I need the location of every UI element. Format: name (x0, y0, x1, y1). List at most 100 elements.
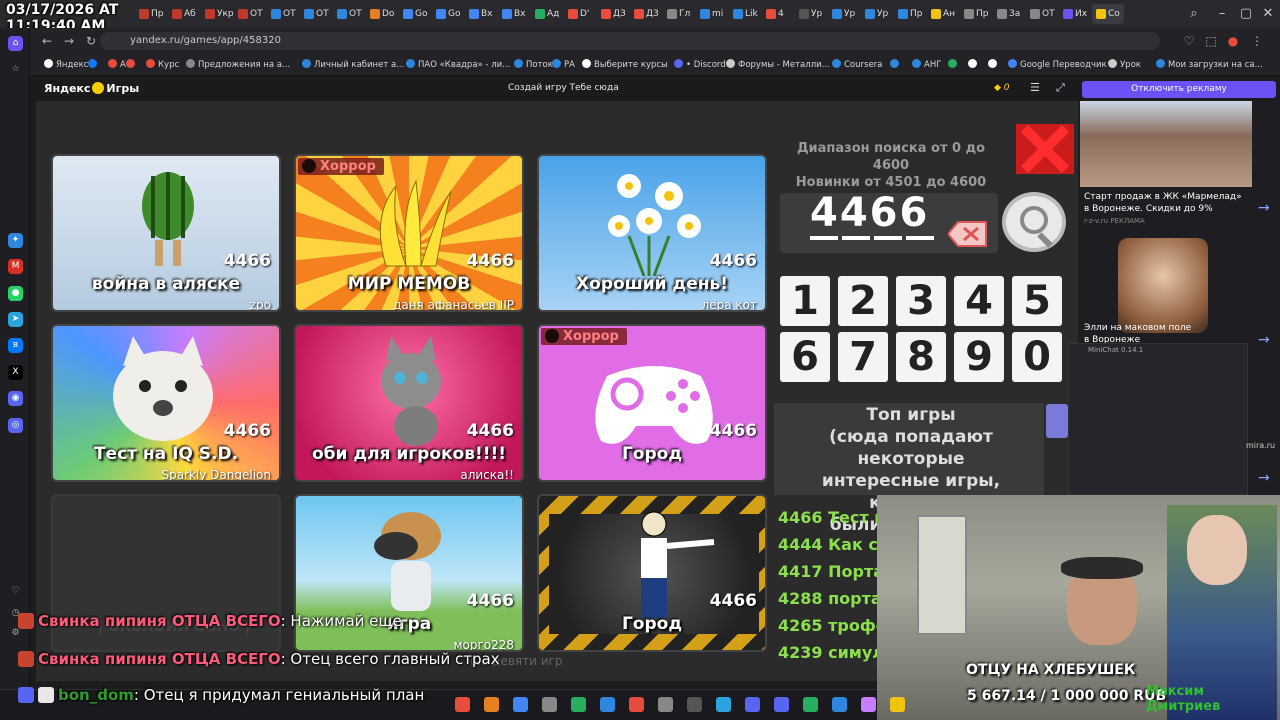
close-window-icon[interactable]: ✕ (1258, 4, 1278, 24)
bookmark-item[interactable]: Поток (514, 57, 553, 73)
create-game-link[interactable]: Создай игру Тебе сюда (508, 83, 619, 93)
digit-key-2[interactable]: 2 (838, 276, 888, 326)
profile-icon[interactable]: ● (1224, 32, 1242, 50)
bookmark-item[interactable]: Выберите курсы (582, 57, 668, 73)
browser-tab[interactable]: Ур (828, 4, 860, 24)
browser-tab[interactable]: Ур (861, 4, 893, 24)
digit-key-4[interactable]: 4 (954, 276, 1004, 326)
digit-key-3[interactable]: 3 (896, 276, 946, 326)
game-card[interactable]: 4466 война в аляске zpo (51, 154, 281, 312)
app-icon[interactable]: ◎ (8, 418, 23, 433)
browser-tab[interactable]: Укр (201, 4, 233, 24)
browser-tab[interactable]: 4 (762, 4, 794, 24)
top-games-scrollbar[interactable] (1046, 404, 1068, 438)
taskbar-steam-icon[interactable] (832, 697, 847, 712)
bookmark-item[interactable]: ПАО «Квадра» - ли... (406, 57, 510, 73)
bookmark-item[interactable] (968, 57, 980, 73)
browser-tab[interactable]: ОТ (267, 4, 299, 24)
digit-key-8[interactable]: 8 (896, 332, 946, 382)
vk-icon[interactable]: в (8, 338, 23, 353)
bookmark-item[interactable]: РА (552, 57, 575, 73)
search-tabs-icon[interactable]: ⌕ (1184, 4, 1204, 24)
taskbar-app-icon[interactable] (542, 697, 557, 712)
ad2-arrow-icon[interactable]: → (1258, 332, 1270, 348)
ad1-arrow-icon[interactable]: → (1258, 200, 1270, 216)
minichat-window[interactable] (1068, 343, 1248, 495)
taskbar-app-icon[interactable] (658, 697, 673, 712)
browser-tab[interactable]: Do (366, 4, 398, 24)
yandex-games-logo[interactable]: Яндекс Игры (44, 82, 139, 95)
game-card[interactable]: 4466 Тест на IQ S.D. Sparkly Dangelion (51, 324, 281, 482)
minimize-icon[interactable]: – (1212, 4, 1232, 24)
bookmark-item[interactable]: Яндекс (44, 57, 88, 73)
whatsapp-icon[interactable]: ● (8, 286, 23, 301)
browser-tab[interactable]: Гл (663, 4, 695, 24)
menu-icon[interactable]: ⋮ (1248, 32, 1266, 50)
taskbar-app-icon[interactable] (687, 697, 702, 712)
browser-tab[interactable]: Пр (960, 4, 992, 24)
bookmark-item[interactable] (988, 57, 1000, 73)
browser-tab[interactable]: Со (1092, 4, 1124, 24)
browser-tab[interactable]: Пр (135, 4, 167, 24)
bookmark-star-icon[interactable]: ♡ (1180, 32, 1198, 50)
browser-tab[interactable]: Go (399, 4, 431, 24)
close-game-icon[interactable] (1016, 124, 1074, 174)
building-ad-image[interactable] (1080, 101, 1252, 187)
bookmark-item[interactable] (88, 57, 100, 73)
telegram-icon[interactable]: ➤ (8, 312, 23, 327)
digit-key-5[interactable]: 5 (1012, 276, 1062, 326)
browser-tab[interactable]: ДЗ (597, 4, 629, 24)
browser-tab[interactable]: Вх (498, 4, 530, 24)
taskbar-github-icon[interactable] (484, 697, 499, 712)
home-icon[interactable]: ⌂ (8, 36, 23, 51)
taskbar-app-icon[interactable] (774, 697, 789, 712)
browser-tab[interactable]: Go (432, 4, 464, 24)
browser-tab[interactable]: ДЗ (630, 4, 662, 24)
browser-tab[interactable]: За (993, 4, 1025, 24)
browser-tab[interactable]: Lik (729, 4, 761, 24)
browser-tab[interactable]: mi (696, 4, 728, 24)
browser-tab[interactable]: Вх (465, 4, 497, 24)
browser-tab[interactable]: D' (564, 4, 596, 24)
bookmark-item[interactable]: Coursera (832, 57, 882, 73)
bookmark-item[interactable]: Мои загрузки на са... (1156, 57, 1263, 73)
ad1-text[interactable]: Старт продаж в ЖК «Мармелад» в Воронеже. … (1084, 191, 1242, 215)
backspace-icon[interactable] (948, 220, 988, 248)
list-icon[interactable]: ☰ (1030, 81, 1040, 94)
taskbar-app-icon[interactable] (861, 697, 876, 712)
taskbar-app-icon[interactable] (513, 697, 528, 712)
taskbar-app-icon[interactable] (629, 697, 644, 712)
game-card[interactable]: Хоррор 4466 МИР МЕМОВ даня афанасьев IIP (294, 154, 524, 312)
browser-tab[interactable]: Ур (795, 4, 827, 24)
digit-key-7[interactable]: 7 (838, 332, 888, 382)
game-card[interactable]: 4466 оби для игроков!!!! алиска!! (294, 324, 524, 482)
browser-tab[interactable]: Ад (531, 4, 563, 24)
digit-key-6[interactable]: 6 (780, 332, 830, 382)
bookmark-item[interactable] (948, 57, 960, 73)
back-icon[interactable]: ← (38, 32, 56, 50)
game-card[interactable]: 4466 Хороший день! лера кот (537, 154, 767, 312)
game-card[interactable]: Хоррор 4466 Город (537, 324, 767, 482)
digit-key-9[interactable]: 9 (954, 332, 1004, 382)
bookmark-item[interactable]: Курс (146, 57, 179, 73)
browser-tab[interactable]: Ан (927, 4, 959, 24)
fullscreen-icon[interactable]: ⤢ (1056, 81, 1065, 95)
taskbar-app-icon[interactable] (571, 697, 586, 712)
mail-icon[interactable]: M (8, 259, 23, 274)
search-icon[interactable] (1002, 192, 1066, 252)
taskbar-app-icon[interactable] (745, 697, 760, 712)
extensions-icon[interactable]: ⬚ (1202, 32, 1220, 50)
x-icon[interactable]: X (8, 365, 23, 380)
bookmark-item[interactable]: АНГ (912, 57, 941, 73)
bookmark-item[interactable]: • Discord (674, 57, 726, 73)
taskbar-brave-icon[interactable] (455, 697, 470, 712)
browser-tab[interactable]: ОТ (300, 4, 332, 24)
browser-tab[interactable]: Их (1059, 4, 1091, 24)
ad3-arrow-icon[interactable]: → (1258, 470, 1270, 486)
bookmark-item[interactable]: Урок (1108, 57, 1141, 73)
yandex-messenger-icon[interactable]: ✦ (8, 233, 23, 248)
url-input[interactable]: yandex.ru/games/app/458320 (100, 32, 1160, 50)
bookmark-item[interactable] (890, 57, 902, 73)
browser-tab[interactable]: ОТ (1026, 4, 1058, 24)
browser-tab[interactable]: Пр (894, 4, 926, 24)
